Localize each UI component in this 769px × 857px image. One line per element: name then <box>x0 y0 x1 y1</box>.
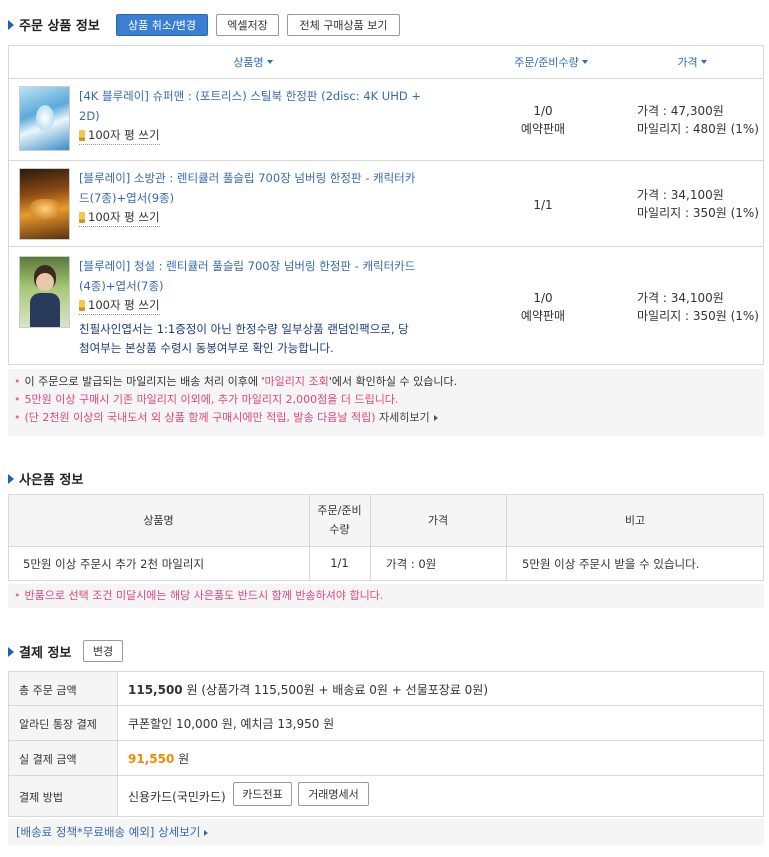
product-thumbnail[interactable] <box>19 86 70 151</box>
review-link[interactable]: 100자 평 쓰기 <box>79 209 160 227</box>
col-price-header[interactable]: 가격 <box>622 46 762 78</box>
gift-note: 5만원 이상 주문시 받을 수 있습니다. <box>522 557 700 571</box>
card-receipt-button[interactable]: 카드전표 <box>233 782 292 806</box>
gift-price: 가격 : 0원 <box>386 557 437 571</box>
discount-value: 쿠폰할인 10,000 원, 예치금 13,950 원 <box>128 717 335 731</box>
arrow-right-icon <box>204 829 209 836</box>
gift-col-qty-header: 주문/준비 수량 <box>317 504 362 536</box>
triangle-bullet-icon <box>8 646 14 657</box>
gift-col-price-header: 가격 <box>427 514 449 527</box>
arrow-right-icon <box>433 415 438 421</box>
item-mileage: 마일리지 : 480원 (1%) <box>637 122 759 136</box>
gift-col-note-header: 비고 <box>624 514 646 527</box>
all-purchases-button[interactable]: 전체 구매상품 보기 <box>287 14 400 36</box>
discount-label: 알라딘 통장 결제 <box>19 718 97 731</box>
actual-amount-row: 91,550 원 <box>128 752 190 766</box>
method-label: 결제 방법 <box>19 791 63 804</box>
gift-name: 5만원 이상 주문시 추가 2천 마일리지 <box>23 557 205 571</box>
change-payment-button[interactable]: 변경 <box>83 640 123 662</box>
total-amount-row: 115,500 원 (상품가격 115,500원 + 배송료 0원 + 선물포장… <box>128 683 489 697</box>
signed-postcard-notice: 친필사인엽서는 1:1증정이 아닌 한정수량 일부상품 랜덤인팩으로, 당 첨여… <box>79 322 409 355</box>
order-qty: 1/0 <box>533 104 553 118</box>
item-price: 가격 : 34,100원 <box>637 188 724 202</box>
review-link[interactable]: 100자 평 쓰기 <box>79 127 160 145</box>
item-price: 가격 : 47,300원 <box>637 104 724 118</box>
gift-col-name-header: 상품명 <box>143 514 174 527</box>
sort-caret-icon <box>266 60 273 64</box>
total-amount: 115,500 <box>128 683 183 697</box>
order-status: 예약판매 <box>520 122 566 136</box>
item-mileage: 마일리지 : 350원 (1%) <box>637 206 759 220</box>
payment-section-title: 결제 정보 <box>8 642 71 661</box>
triangle-bullet-icon <box>8 473 14 484</box>
product-thumbnail[interactable] <box>19 168 70 240</box>
total-label: 총 주문 금액 <box>19 684 77 697</box>
order-section-title: 주문 상품 정보 <box>8 15 100 34</box>
order-status: 예약판매 <box>520 309 566 323</box>
pencil-icon <box>79 129 85 141</box>
order-qty: 1/0 <box>533 291 553 305</box>
transaction-statement-button[interactable]: 거래명세서 <box>298 782 369 806</box>
actual-label: 실 결제 금액 <box>19 753 77 766</box>
actual-amount: 91,550 <box>128 752 175 766</box>
gift-return-warning: • 반품으로 선택 조건 미달시에는 해당 사은품도 반드시 함께 반송하셔야 합… <box>14 589 384 602</box>
item-mileage: 마일리지 : 350원 (1%) <box>637 309 759 323</box>
sort-caret-icon <box>581 60 588 64</box>
product-title-link[interactable]: [4K 블루레이] 슈퍼맨 : (포트리스) 스틸북 한정판 (2disc: 4… <box>79 86 421 126</box>
pencil-icon <box>79 211 85 223</box>
gift-qty: 1/1 <box>330 556 349 570</box>
sort-caret-icon <box>700 60 707 64</box>
col-product-header[interactable]: 상품명 <box>8 46 498 78</box>
review-link[interactable]: 100자 평 쓰기 <box>79 297 160 315</box>
item-price: 가격 : 34,100원 <box>637 291 724 305</box>
order-qty: 1/1 <box>533 198 553 212</box>
mileage-lookup-link[interactable]: 마일리지 조회 <box>265 375 329 388</box>
excel-save-button[interactable]: 엑셀저장 <box>216 14 279 36</box>
shipping-policy-link[interactable]: [배송료 정책*무료배송 예외] 상세보기 <box>16 824 209 840</box>
product-title-link[interactable]: [블루레이] 소방관 : 렌티큘러 풀슬립 700장 넘버링 한정판 - 캐릭터… <box>79 168 415 208</box>
col-qty-header[interactable]: 주문/준비수량 <box>496 46 606 78</box>
total-breakdown: (상품가격 115,500원 + 배송료 0원 + 선물포장료 0원) <box>201 683 489 697</box>
gift-section-title: 사은품 정보 <box>8 469 83 488</box>
product-title-link[interactable]: [블루레이] 청설 : 렌티큘러 풀슬립 700장 넘버링 한정판 - 캐릭터카… <box>79 256 415 296</box>
pencil-icon <box>79 299 85 311</box>
details-link[interactable]: 자세히보기 <box>379 411 438 424</box>
cancel-change-button[interactable]: 상품 취소/변경 <box>116 14 208 36</box>
product-thumbnail[interactable] <box>19 256 70 328</box>
triangle-bullet-icon <box>8 19 14 30</box>
method-value: 신용카드(국민카드) <box>128 790 226 804</box>
